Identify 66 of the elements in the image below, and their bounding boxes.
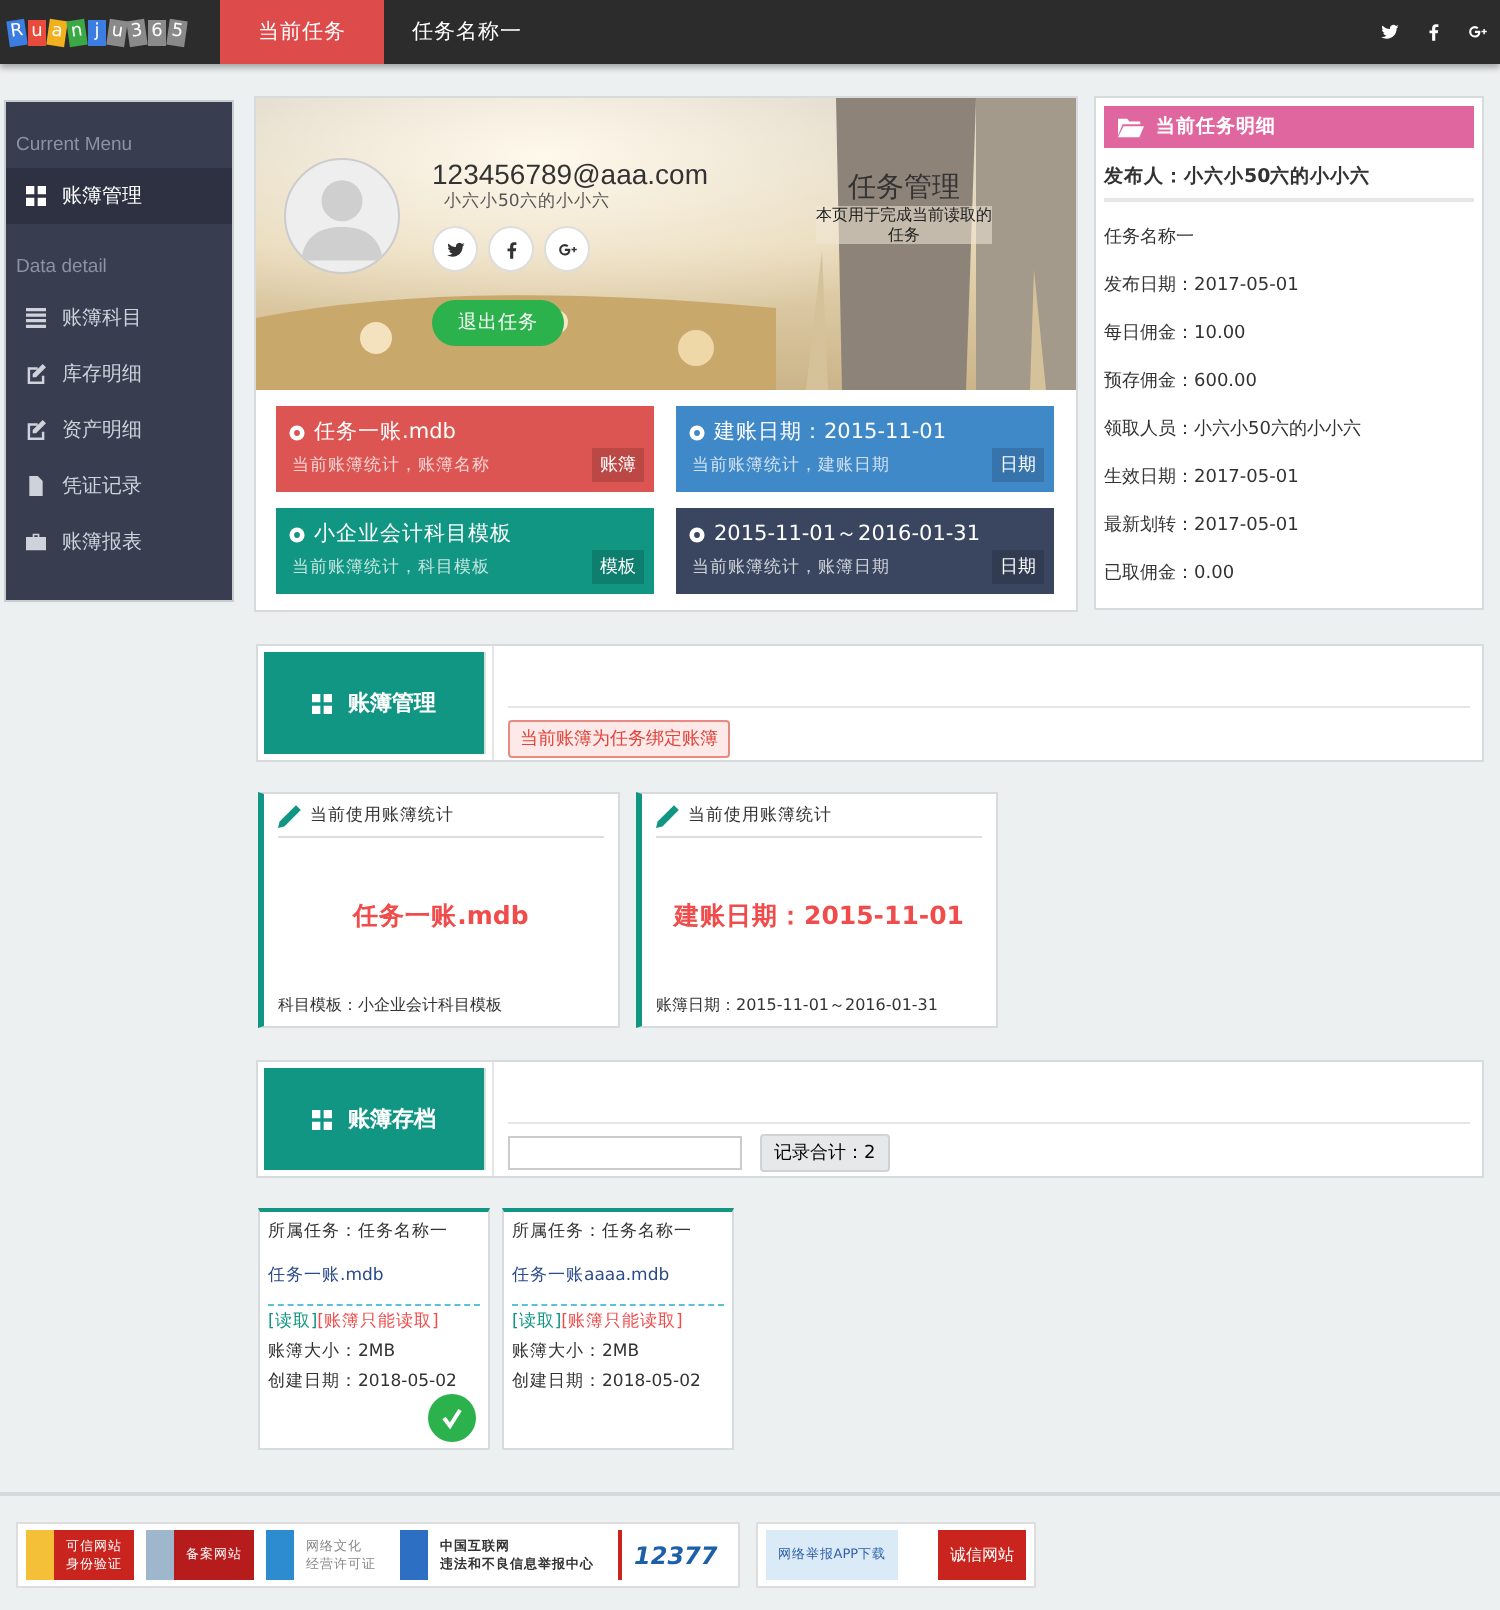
- read-link[interactable]: [读取]: [512, 1312, 562, 1332]
- tile-tag: 账簿: [592, 448, 644, 482]
- task-text: 所属任务：任务名称一: [268, 1220, 450, 1244]
- tile-title: 2015-11-01～2016-01-31: [714, 520, 981, 548]
- panel-header: 当前任务明细: [1104, 106, 1474, 148]
- publisher-text: 发布人：小六小50六的小小六: [1104, 148, 1474, 202]
- detail-text: 领取人员：小六小50六的小小六: [1104, 417, 1363, 442]
- detail-text: 已取佣金：0.00: [1104, 561, 1237, 586]
- tile-tag: 模板: [592, 550, 644, 584]
- user-email: 123456789@aaa.com: [432, 158, 708, 190]
- size-text: 账簿大小：2MB: [268, 1340, 398, 1364]
- menu-heading: Current Menu: [14, 132, 135, 160]
- stat-tile[interactable]: 小企业会计科目模板 当前账簿统计，科目模板 模板: [276, 508, 654, 594]
- detail-text: 每日佣金：10.00: [1104, 321, 1248, 346]
- card-footer: 账簿日期：2015-11-01～2016-01-31: [656, 994, 982, 1016]
- date-text: 创建日期：2018-05-02: [512, 1370, 703, 1394]
- tile-tag: 日期: [992, 448, 1044, 482]
- tile-caption: 当前账簿统计，科目模板: [292, 556, 490, 580]
- sidebar-item[interactable]: 资产明细: [6, 402, 232, 458]
- detail-text: 生效日期：2017-05-01: [1104, 465, 1301, 490]
- sidebar-item[interactable]: 凭证记录: [6, 458, 232, 514]
- detail-text: 最新划转：2017-05-01: [1104, 513, 1301, 538]
- detail-text: 预存佣金：600.00: [1104, 369, 1259, 394]
- nav-tab[interactable]: 当前任务: [220, 0, 384, 64]
- stat-value: 任务一账.mdb: [350, 897, 531, 933]
- nav-tab[interactable]: 任务名称一: [384, 0, 550, 64]
- tile-caption: 当前账簿统计，账簿日期: [692, 556, 890, 580]
- task-text: 所属任务：任务名称一: [512, 1220, 694, 1244]
- tile-title: 任务一账.mdb: [314, 418, 456, 446]
- sidebar-item[interactable]: 账簿科目: [6, 290, 232, 346]
- tile-title: 小企业会计科目模板: [314, 520, 512, 548]
- readonly-text: [账簿只能读取]: [561, 1312, 683, 1332]
- tile-tag: 日期: [992, 550, 1044, 584]
- notice-label: 当前账簿为任务绑定账簿: [508, 720, 730, 758]
- sidebar-item[interactable]: 账簿报表: [6, 514, 232, 570]
- stat-tile[interactable]: 任务一账.mdb 当前账簿统计，账簿名称 账簿: [276, 406, 654, 492]
- date-text: 创建日期：2018-05-02: [268, 1370, 459, 1394]
- detail-text: 任务名称一: [1104, 225, 1196, 250]
- card-header: 当前使用账簿统计: [688, 804, 832, 828]
- record-count-button[interactable]: 记录合计：2: [760, 1134, 890, 1172]
- stat-tile[interactable]: 建账日期：2015-11-01 当前账簿统计，建账日期 日期: [676, 406, 1054, 492]
- file-card[interactable]: 所属任务：任务名称一 任务一账aaaa.mdb [读取][账簿只能读取] 账簿大小：2MB 创建日期：2018-05-02: [502, 1208, 734, 1450]
- logo[interactable]: R u a n j u 3 6 5: [0, 0, 204, 64]
- page-title: 任务管理: [846, 170, 962, 206]
- readonly-text: [账簿只能读取]: [317, 1312, 439, 1332]
- file-card[interactable]: 所属任务：任务名称一 任务一账.mdb [读取][账簿只能读取] 账簿大小：2MB 创建日期：2018-05-02: [258, 1208, 490, 1450]
- file-name[interactable]: 任务一账aaaa.mdb: [512, 1264, 724, 1288]
- page-subtitle: 本页用于完成当前读取的任务: [816, 206, 992, 245]
- tile-caption: 当前账簿统计，建账日期: [692, 454, 890, 478]
- read-link[interactable]: [读取]: [268, 1312, 318, 1332]
- section-title: 账簿管理: [264, 652, 486, 754]
- card-header: 当前使用账簿统计: [310, 804, 454, 828]
- user-name: 小六小50六的小小六: [444, 190, 612, 214]
- detail-text: 发布日期：2017-05-01: [1104, 273, 1301, 298]
- section-title: 账簿存档: [264, 1068, 486, 1170]
- card-footer: 科目模板：小企业会计科目模板: [278, 994, 604, 1016]
- sidebar-item[interactable]: 库存明细: [6, 346, 232, 402]
- site-badge[interactable]: 12377: [618, 1530, 730, 1580]
- sidebar-item[interactable]: 账簿管理: [6, 168, 232, 224]
- file-name[interactable]: 任务一账.mdb: [268, 1264, 480, 1288]
- tile-title: 建账日期：2015-11-01: [714, 418, 947, 446]
- tile-caption: 当前账簿统计，账簿名称: [292, 454, 490, 478]
- size-text: 账簿大小：2MB: [512, 1340, 642, 1364]
- stat-tile[interactable]: 2015-11-01～2016-01-31 当前账簿统计，账簿日期 日期: [676, 508, 1054, 594]
- stat-value: 建账日期：2015-11-01: [670, 897, 966, 933]
- menu-heading: Data detail: [14, 254, 109, 282]
